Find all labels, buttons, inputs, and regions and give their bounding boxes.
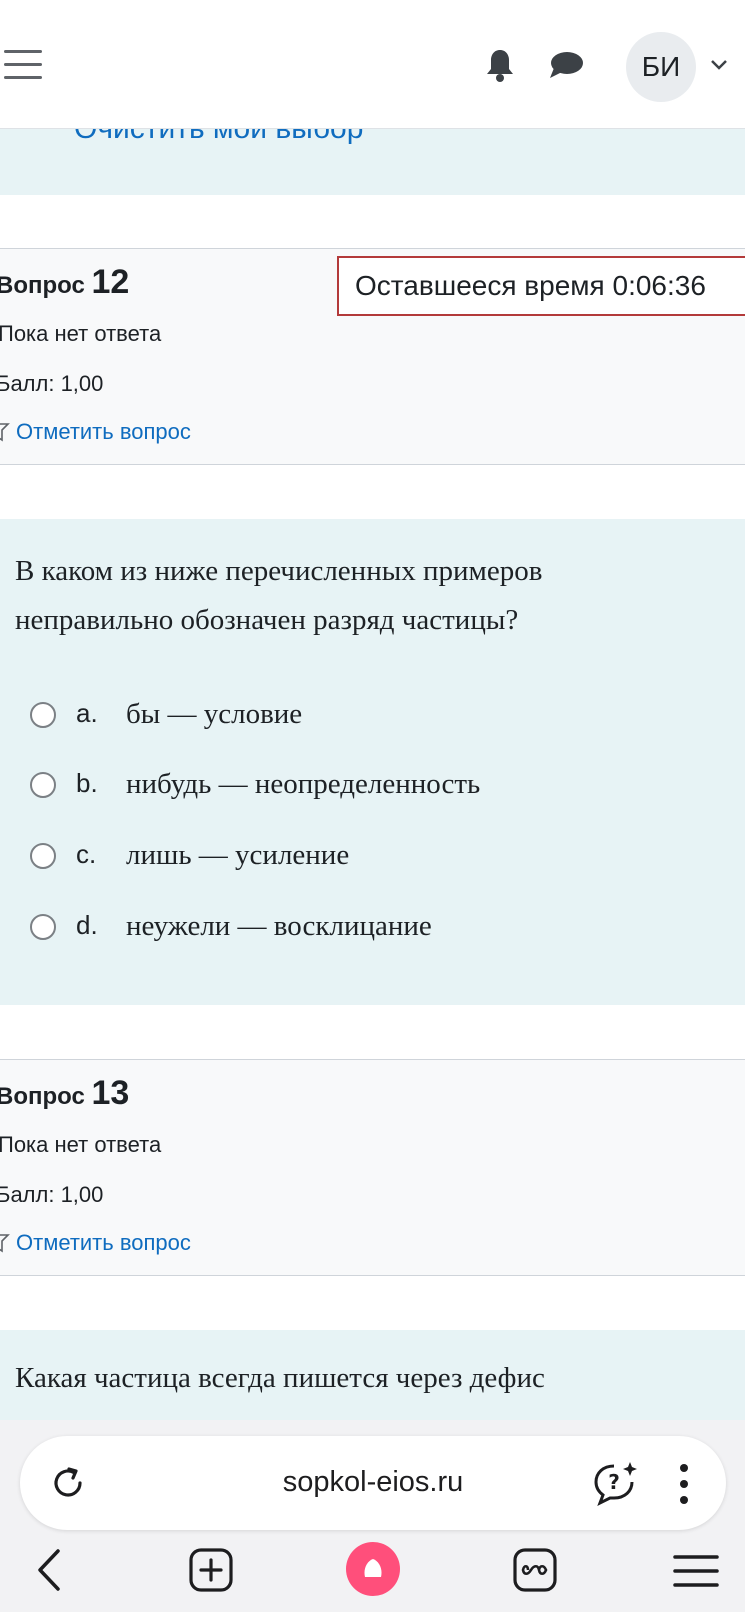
question-state: Пока нет ответа (0, 1132, 162, 1157)
question-number-value: 12 (91, 263, 130, 301)
question-prefix: Вопрос (0, 1083, 85, 1110)
question-content: В каком из ниже перечисленных примеров н… (0, 519, 745, 1005)
svg-text:?: ? (608, 1470, 620, 1494)
answer-letter: c. (76, 839, 97, 869)
question-text: Какая частица всегда пишется через дефис (15, 1362, 545, 1394)
more-vertical-icon[interactable] (678, 1462, 690, 1511)
radio-button[interactable] (30, 702, 56, 728)
question-prefix: Вопрос (0, 272, 85, 299)
browser-toolbar: sopkol-eios.ru ? (0, 1420, 745, 1612)
hamburger-menu-icon[interactable] (4, 50, 42, 82)
question-state: Пока нет ответа (0, 321, 162, 346)
flag-question-label: Отметить вопрос (16, 1230, 191, 1255)
back-icon[interactable] (34, 1547, 64, 1598)
alice-icon[interactable] (345, 1539, 401, 1604)
question-grade: Балл: 1,00 (0, 1182, 104, 1207)
question-number: Вопрос 13 (0, 1074, 129, 1113)
question-info: Вопрос 13 Пока нет ответа Балл: 1,00 Отм… (0, 1059, 745, 1276)
answer-text: нибудь — неопределенность (126, 768, 481, 800)
radio-button[interactable] (30, 843, 56, 869)
flag-question-link[interactable]: Отметить вопрос (0, 1230, 191, 1256)
user-avatar[interactable]: БИ (626, 32, 696, 102)
assistant-icon[interactable]: ? (590, 1458, 640, 1513)
chat-icon[interactable] (548, 50, 584, 85)
answer-text: лишь — усиление (126, 839, 350, 871)
radio-button[interactable] (30, 772, 56, 798)
new-tab-icon[interactable] (188, 1547, 234, 1598)
flag-question-label: Отметить вопрос (16, 419, 191, 444)
flag-icon (0, 1234, 10, 1253)
radio-button[interactable] (30, 914, 56, 940)
flag-icon (0, 423, 10, 442)
menu-icon[interactable] (672, 1553, 720, 1594)
address-bar[interactable]: sopkol-eios.ru ? (20, 1436, 726, 1530)
quiz-timer: Оставшееся время 0:06:36 (337, 256, 745, 316)
question-text: В каком из ниже перечисленных примеров н… (15, 555, 543, 636)
flag-question-link[interactable]: Отметить вопрос (0, 419, 191, 445)
answer-letter: d. (76, 910, 98, 940)
question-number-value: 13 (91, 1074, 130, 1112)
bell-icon[interactable] (485, 48, 515, 87)
answer-text: бы — условие (126, 698, 303, 730)
timer-label: Оставшееся время 0:06:36 (355, 270, 706, 301)
chevron-down-icon[interactable] (710, 58, 728, 76)
question-grade: Балл: 1,00 (0, 371, 104, 396)
tabs-icon[interactable] (512, 1547, 558, 1598)
answer-letter: a. (76, 698, 98, 728)
top-navbar: БИ (0, 0, 745, 129)
answer-letter: b. (76, 768, 98, 798)
avatar-initials: БИ (641, 51, 681, 82)
browser-bottom-nav (0, 1542, 745, 1612)
answer-text: неужели — восклицание (126, 910, 432, 942)
question-number: Вопрос 12 (0, 263, 129, 302)
